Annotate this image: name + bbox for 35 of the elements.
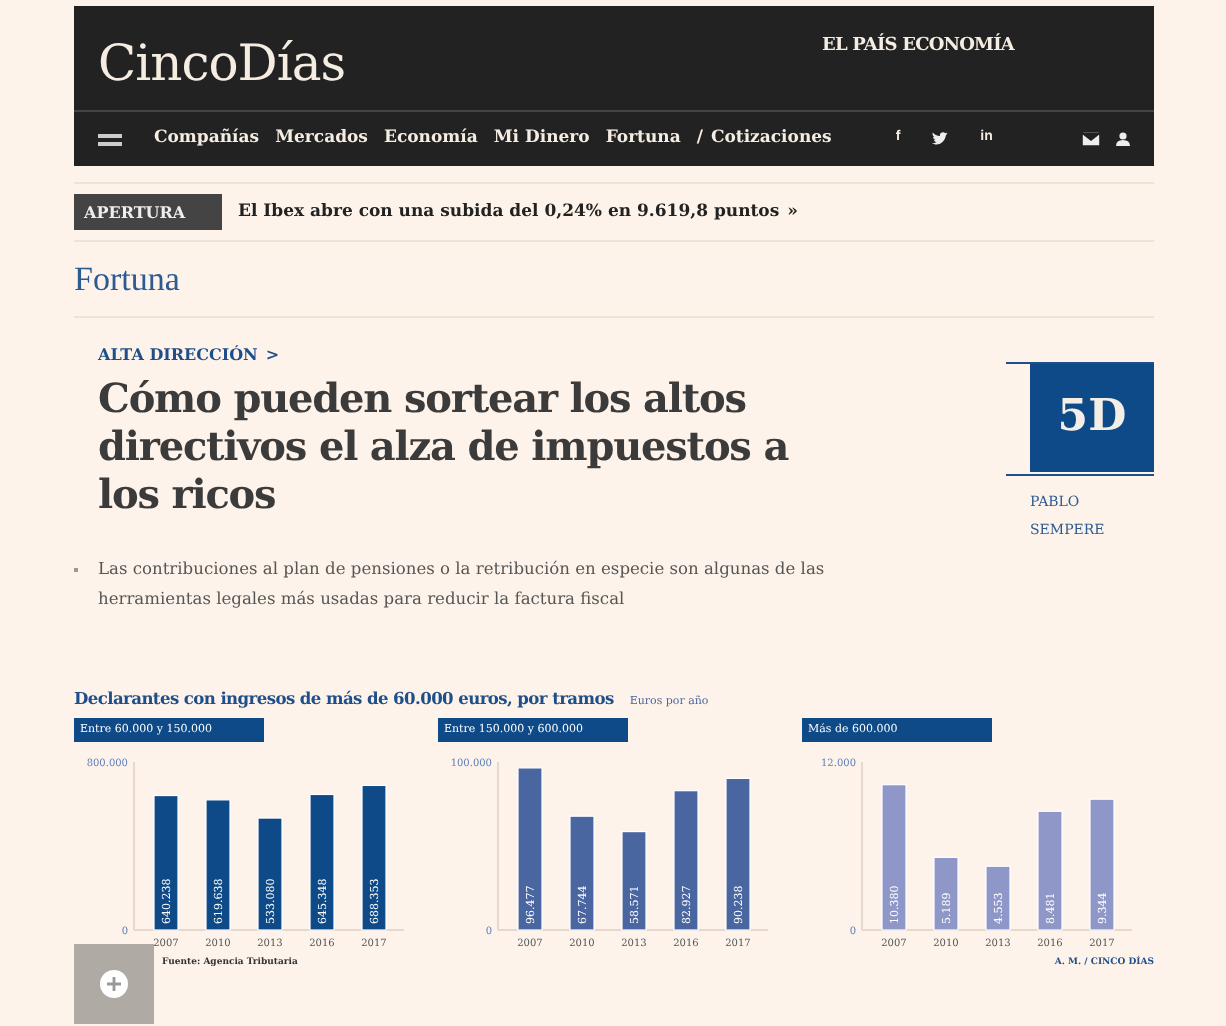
bar [153, 795, 179, 931]
nav-link[interactable]: Fortuna [605, 126, 681, 152]
nav-link[interactable]: Mercados [275, 126, 368, 152]
bar [985, 866, 1011, 931]
menu-icon[interactable] [98, 133, 122, 145]
article-summary: Las contribuciones al plan de pensiones o la retribución en especie son algunas de las herramientas legales más usadas para reducir la factura fiscal [98, 553, 838, 613]
nav-separator: / [696, 126, 703, 152]
bar [1089, 798, 1115, 931]
partner-logo[interactable]: EL PAÍS ECONOMÍA [822, 34, 1014, 110]
ticker-headline[interactable]: El Ibex abre con una subida del 0,24% en 9.619,8 puntos [238, 199, 780, 225]
chart-title: Declarantes con ingresos de más de 60.000 euros, por tramos [74, 685, 614, 710]
nav-link[interactable]: Economía [383, 126, 478, 152]
twitter-icon[interactable] [932, 132, 949, 146]
bar [205, 799, 231, 931]
arrow-icon[interactable]: » [787, 199, 798, 225]
bar [309, 794, 335, 931]
nav-link[interactable]: Compañías [154, 126, 260, 152]
bar [933, 857, 959, 931]
site-logo[interactable]: CincoDías [74, 6, 370, 110]
bar [569, 815, 595, 931]
author-logo: 5D [1030, 363, 1154, 471]
mail-icon[interactable] [1082, 132, 1100, 146]
kicker-link[interactable]: ALTA DIRECCIÓN [98, 343, 258, 363]
nav-link[interactable]: Cotizaciones [710, 126, 832, 152]
bar [1037, 811, 1063, 931]
user-icon[interactable] [1116, 132, 1130, 146]
bar [673, 790, 699, 931]
chevron-icon: > [265, 343, 280, 363]
section-title[interactable]: Fortuna [74, 242, 1154, 317]
plus-icon [100, 969, 128, 997]
bar [621, 831, 647, 931]
bar [257, 817, 283, 931]
ticker-tag: APERTURA [74, 194, 222, 230]
nav-link[interactable]: Mi Dinero [493, 126, 590, 152]
article-title: Cómo pueden sortear los altos directivos el alza de impuestos a los ricos [98, 373, 791, 517]
